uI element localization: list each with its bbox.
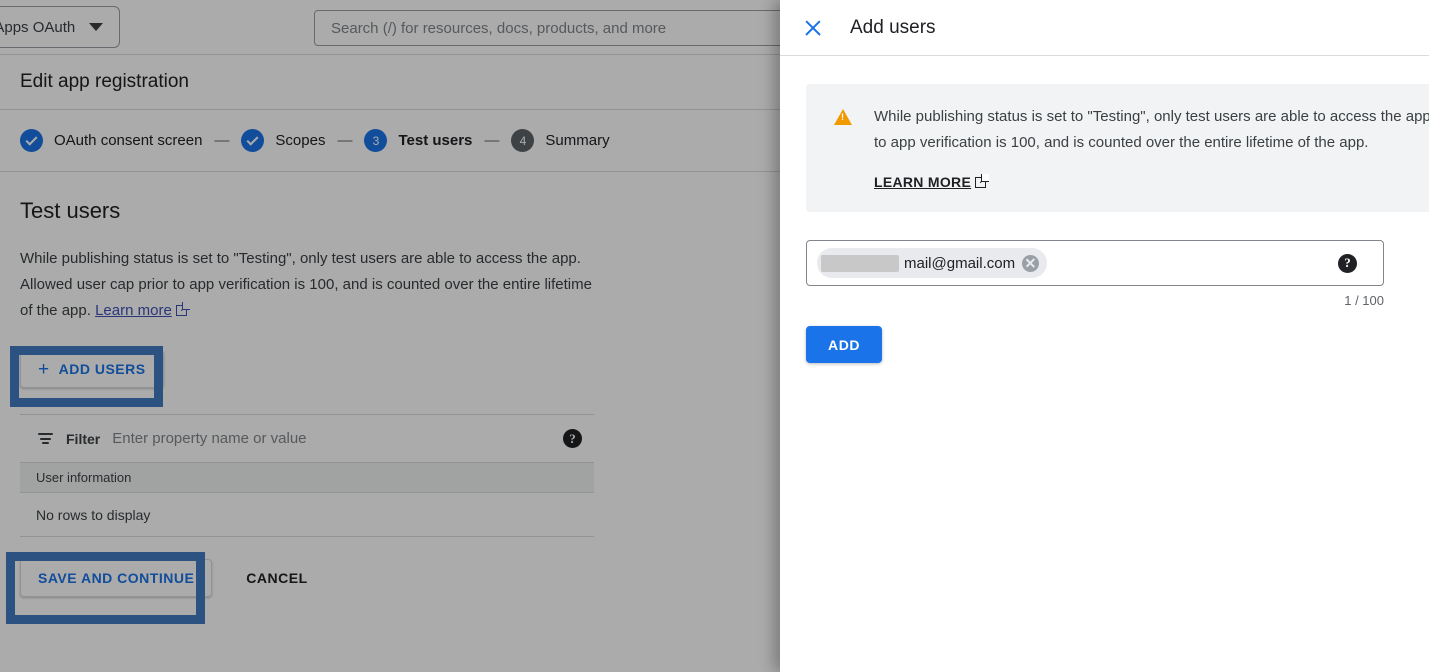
step-number-badge: 3: [364, 129, 388, 152]
plus-icon: +: [38, 358, 50, 380]
table-header-row: User information: [20, 462, 594, 493]
warning-triangle-icon: [834, 109, 852, 125]
filter-row[interactable]: Filter Enter property name or value ?: [20, 414, 594, 462]
learn-more-label: Learn more: [95, 302, 172, 319]
learn-more-link[interactable]: Learn more: [95, 302, 172, 319]
step-summary[interactable]: 4 Summary: [511, 129, 610, 152]
add-button-label: ADD: [828, 336, 861, 353]
email-counter: 1 / 100: [1344, 293, 1384, 308]
panel-title: Add users: [850, 16, 936, 38]
step-label: Test users: [398, 132, 473, 149]
close-circle-icon[interactable]: [1022, 254, 1040, 272]
panel-header: Add users: [780, 0, 1429, 56]
panel-learn-more-link[interactable]: LEARN MORE: [874, 173, 990, 190]
step-done-icon: [20, 129, 43, 152]
external-link-icon: [175, 302, 190, 316]
add-users-button-label: ADD USERS: [58, 361, 146, 377]
step-done-icon: [241, 129, 265, 152]
email-chip-text: mail@gmail.com: [904, 254, 1016, 272]
project-selector[interactable]: gileApps OAuth: [0, 6, 121, 48]
warning-line-2: to app verification is 100, and is count…: [874, 134, 1369, 151]
help-icon[interactable]: ?: [563, 429, 582, 448]
add-users-button-wrap: + ADD USERS: [20, 350, 164, 388]
step-separator: —: [214, 132, 230, 149]
cancel-button[interactable]: CANCEL: [238, 559, 315, 597]
step-label: OAuth consent screen: [54, 132, 203, 149]
panel-body: While publishing status is set to "Testi…: [780, 56, 1429, 363]
add-users-panel: Add users While publishing status is set…: [780, 0, 1429, 672]
step-separator: —: [484, 132, 500, 149]
table-empty-state: No rows to display: [20, 493, 594, 537]
help-icon[interactable]: ?: [1338, 253, 1357, 273]
footer-actions: SAVE AND CONTINUE CANCEL: [20, 559, 760, 597]
save-and-continue-label: SAVE AND CONTINUE: [38, 570, 195, 586]
email-chip[interactable]: mail@gmail.com: [817, 248, 1048, 278]
section-title: Test users: [20, 198, 121, 223]
add-users-button[interactable]: + ADD USERS: [20, 350, 164, 388]
step-label: Summary: [545, 132, 610, 149]
search-input[interactable]: Search (/) for resources, docs, products…: [314, 10, 780, 46]
redaction-block: [821, 254, 899, 272]
wizard-stepper: OAuth consent screen — Scopes — 3 Test u…: [0, 110, 780, 172]
filter-label: Filter: [66, 430, 101, 447]
page-heading: Edit app registration: [20, 71, 189, 92]
warning-content: While publishing status is set to "Testi…: [874, 104, 1429, 192]
step-number-badge: 4: [511, 129, 535, 152]
top-bar: gileApps OAuth Search (/) for resources,…: [0, 0, 780, 55]
step-label: Scopes: [275, 132, 326, 149]
section-description: While publishing status is set to "Testi…: [20, 246, 600, 324]
filter-input[interactable]: Enter property name or value: [112, 430, 551, 447]
filter-icon: [37, 433, 54, 444]
step-test-users[interactable]: 3 Test users: [364, 129, 472, 152]
email-input-field[interactable]: mail@gmail.com ?: [806, 240, 1384, 286]
close-icon[interactable]: [802, 17, 824, 39]
project-selector-label: gileApps OAuth: [0, 18, 76, 36]
chevron-down-icon: [89, 23, 104, 31]
warning-banner: While publishing status is set to "Testi…: [806, 84, 1429, 212]
step-separator: —: [337, 132, 353, 149]
external-link-icon: [975, 173, 990, 188]
background-page: gileApps OAuth Search (/) for resources,…: [0, 0, 780, 672]
main-content: Test users While publishing status is se…: [0, 172, 780, 597]
panel-learn-more-label: LEARN MORE: [874, 174, 972, 190]
step-scopes[interactable]: Scopes: [241, 129, 325, 152]
table-column-user-information: User information: [36, 470, 132, 485]
search-placeholder: Search (/) for resources, docs, products…: [331, 19, 667, 37]
add-button[interactable]: ADD: [806, 326, 883, 363]
screen-root: gileApps OAuth Search (/) for resources,…: [0, 0, 1429, 672]
table-empty-message: No rows to display: [36, 506, 151, 523]
page-subheader: Edit app registration: [0, 55, 780, 110]
save-and-continue-button[interactable]: SAVE AND CONTINUE: [20, 559, 213, 597]
warning-line-1: While publishing status is set to "Testi…: [874, 108, 1429, 125]
cancel-label: CANCEL: [246, 570, 308, 586]
step-oauth-consent-screen[interactable]: OAuth consent screen: [20, 129, 202, 152]
